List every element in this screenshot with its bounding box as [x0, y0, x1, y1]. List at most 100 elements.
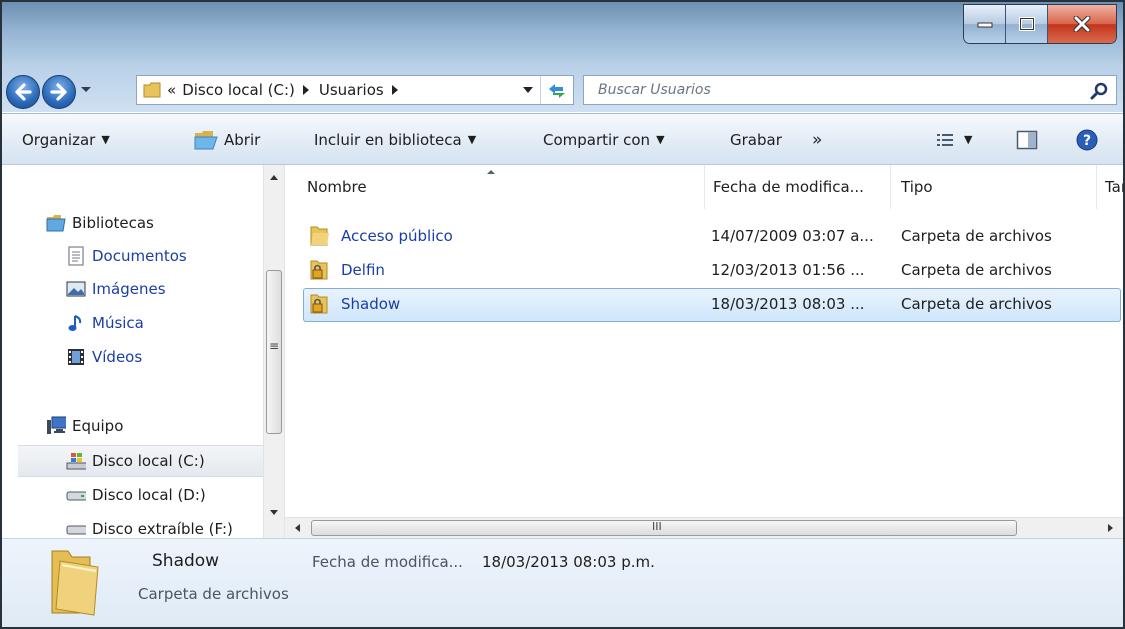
include-in-library-button[interactable]: Incluir en biblioteca ▼ — [314, 114, 476, 165]
file-name: Shadow — [341, 295, 401, 313]
view-options-button[interactable]: ▼ — [936, 114, 972, 165]
address-bar[interactable]: « Disco local (C:) Usuarios — [136, 75, 574, 105]
file-type: Carpeta de archivos — [901, 295, 1052, 313]
scroll-left-arrow-icon[interactable] — [289, 518, 305, 538]
nav-label-drive-f: Disco extraíble (F:) — [92, 520, 233, 538]
title-bar — [2, 2, 1123, 64]
nav-item-music[interactable]: Música — [66, 307, 144, 339]
details-date-value: 18/03/2013 08:03 p.m. — [482, 553, 655, 571]
nav-label-libraries: Bibliotecas — [72, 214, 154, 232]
file-list-horizontal-scrollbar[interactable]: III — [285, 517, 1123, 538]
chevron-right-icon[interactable] — [390, 84, 400, 96]
caret-down-icon: ▼ — [964, 133, 973, 146]
share-label: Compartir con — [543, 130, 651, 149]
open-button[interactable]: Abrir — [194, 114, 260, 165]
refresh-button[interactable] — [540, 76, 573, 104]
scroll-up-arrow-icon[interactable] — [264, 169, 284, 185]
nav-label-videos: Vídeos — [92, 348, 143, 366]
libraries-icon — [46, 213, 66, 233]
chevron-down-icon — [523, 87, 533, 93]
details-date-label: Fecha de modifica... — [312, 553, 463, 571]
file-row[interactable]: Acceso público 14/07/2009 03:07 a... Car… — [303, 221, 1121, 253]
scroll-grip: ≡ — [269, 339, 280, 353]
column-label-type: Tipo — [901, 178, 933, 196]
file-row[interactable]: Shadow 18/03/2013 08:03 ... Carpeta de a… — [303, 288, 1121, 322]
column-label-name: Nombre — [307, 178, 367, 196]
organize-button[interactable]: Organizar ▼ — [22, 114, 110, 165]
organize-label: Organizar — [22, 130, 96, 149]
nav-item-drive-c[interactable]: Disco local (C:) — [18, 445, 264, 477]
scroll-down-arrow-icon[interactable] — [264, 505, 284, 521]
maximize-button[interactable] — [1006, 5, 1048, 43]
file-type: Carpeta de archivos — [901, 227, 1052, 245]
film-icon — [66, 347, 86, 367]
folder-open-icon — [194, 130, 218, 149]
nav-item-drive-d[interactable]: Disco local (D:) — [66, 479, 206, 511]
image-icon — [66, 279, 86, 299]
nav-item-drive-f[interactable]: Disco extraíble (F:) — [66, 513, 233, 538]
hard-drive-icon — [66, 485, 86, 505]
recent-pages-dropdown-icon[interactable] — [80, 86, 92, 94]
nav-item-computer[interactable]: Equipo — [46, 410, 123, 442]
column-header-date[interactable]: Fecha de modifica... — [705, 165, 891, 209]
scroll-right-arrow-icon[interactable] — [1103, 518, 1119, 538]
nav-label-drive-c: Disco local (C:) — [92, 452, 205, 470]
nav-item-images[interactable]: Imágenes — [66, 273, 166, 305]
column-header-name[interactable]: Nombre — [285, 165, 705, 209]
preview-pane-button[interactable] — [1016, 114, 1038, 165]
address-history-dropdown[interactable] — [517, 76, 539, 104]
file-name: Acceso público — [341, 227, 453, 245]
more-label: » — [812, 129, 823, 150]
help-button[interactable]: ? — [1076, 114, 1098, 165]
removable-drive-icon — [66, 519, 86, 538]
nav-item-videos[interactable]: Vídeos — [66, 341, 142, 373]
system-drive-icon — [66, 451, 86, 471]
nav-vertical-scrollbar[interactable]: ≡ — [263, 165, 284, 538]
file-row[interactable]: Delfin 12/03/2013 01:56 ... Carpeta de a… — [303, 255, 1121, 287]
back-button[interactable] — [6, 75, 40, 109]
preview-pane-icon — [1016, 130, 1038, 149]
burn-button[interactable]: Grabar — [730, 114, 782, 165]
sort-ascending-icon — [487, 170, 495, 174]
nav-label-music: Música — [92, 314, 144, 332]
nav-item-documents[interactable]: Documentos — [66, 240, 187, 272]
file-type: Carpeta de archivos — [901, 261, 1052, 279]
nav-scroll-thumb[interactable]: ≡ — [266, 270, 282, 434]
column-header-size[interactable]: Tam — [1097, 165, 1123, 209]
nav-item-libraries[interactable]: Bibliotecas — [46, 207, 154, 239]
breadcrumb-usuarios[interactable]: Usuarios — [319, 81, 384, 99]
search-input[interactable] — [596, 81, 1080, 99]
explorer-window: « Disco local (C:) Usuarios Organizar ▼ … — [0, 0, 1125, 629]
column-header-type[interactable]: Tipo — [891, 165, 1097, 209]
file-date: 18/03/2013 08:03 ... — [711, 295, 865, 313]
breadcrumb-disco-c[interactable]: Disco local (C:) — [182, 81, 295, 99]
file-list-scroll-thumb[interactable]: III — [311, 520, 1017, 536]
file-date: 14/07/2009 03:07 a... — [711, 227, 874, 245]
help-icon: ? — [1076, 129, 1098, 150]
burn-label: Grabar — [730, 130, 782, 149]
close-button[interactable] — [1048, 5, 1116, 43]
maximize-icon — [1018, 17, 1035, 31]
locked-folder-icon — [309, 255, 331, 285]
refresh-icon — [549, 84, 565, 98]
address-overflow[interactable]: « — [167, 81, 176, 99]
nav-label-computer: Equipo — [72, 417, 124, 435]
nav-label-images: Imágenes — [92, 280, 166, 298]
details-name: Shadow — [152, 551, 220, 571]
forward-button[interactable] — [42, 75, 76, 109]
nav-label-documents: Documentos — [92, 247, 187, 265]
column-label-date: Fecha de modifica... — [713, 178, 864, 196]
navigation-pane: Bibliotecas Documentos Imágenes Música V… — [2, 165, 285, 538]
locked-folder-icon — [309, 289, 331, 319]
minimize-button[interactable] — [964, 5, 1006, 43]
computer-icon — [46, 416, 66, 436]
folder-large-icon — [51, 550, 99, 616]
music-note-icon — [66, 313, 86, 333]
details-type: Carpeta de archivos — [138, 585, 289, 603]
search-icon[interactable] — [1090, 81, 1110, 101]
more-commands-button[interactable]: » — [812, 114, 822, 165]
chevron-right-icon[interactable] — [301, 84, 311, 96]
share-with-button[interactable]: Compartir con ▼ — [543, 114, 665, 165]
column-label-size: Tam — [1105, 178, 1123, 196]
search-box[interactable] — [583, 75, 1117, 105]
